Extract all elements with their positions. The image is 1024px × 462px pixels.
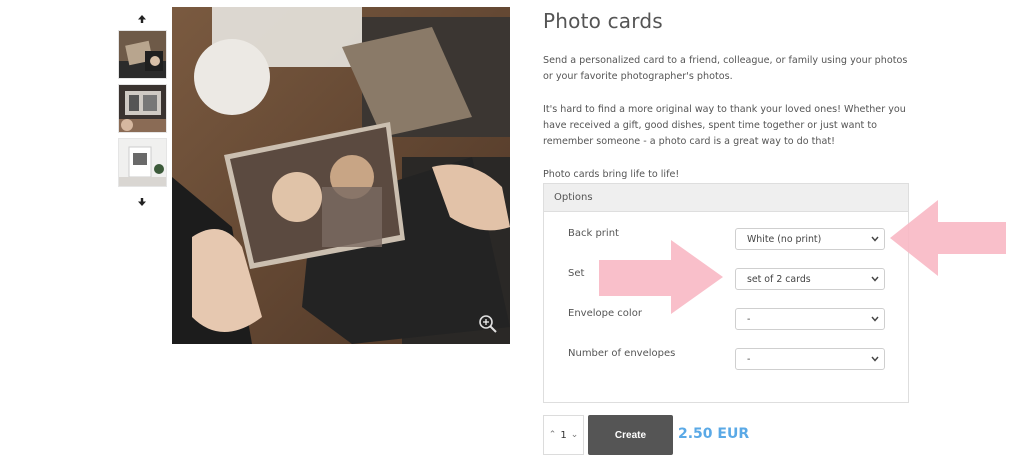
photo-thumbnail-2[interactable]: [118, 84, 167, 133]
number-of-envelopes-label: Number of envelopes: [568, 348, 676, 359]
number-of-envelopes-value: -: [747, 354, 751, 365]
thumbnail-image: [119, 31, 166, 78]
annotation-arrow-left: [890, 200, 1006, 276]
product-main-image[interactable]: [172, 7, 510, 344]
price-label: 2.50 EUR: [678, 426, 750, 442]
back-print-select[interactable]: White (no print): [735, 228, 885, 250]
thumbnails-up-button[interactable]: [131, 10, 153, 28]
envelope-color-value: -: [747, 314, 751, 325]
quantity-decrease-icon[interactable]: ⌃: [549, 430, 557, 440]
zoom-in-icon[interactable]: [478, 314, 498, 334]
page-title: Photo cards: [543, 9, 663, 33]
number-of-envelopes-select[interactable]: -: [735, 348, 885, 370]
chevron-down-icon: [871, 316, 879, 322]
photo-card-image: [172, 7, 510, 344]
photo-thumbnail-1[interactable]: [118, 30, 167, 79]
thumbnail-image: [119, 139, 166, 186]
annotation-arrow-right: [599, 240, 723, 314]
arrow-down-icon: [138, 198, 146, 206]
description-body: It's hard to find a more original way to…: [543, 104, 906, 147]
envelope-color-select[interactable]: -: [735, 308, 885, 330]
set-select[interactable]: set of 2 cards: [735, 268, 885, 290]
description-tagline: Photo cards bring life to life!: [543, 169, 680, 180]
back-print-value: White (no print): [747, 234, 822, 245]
quantity-stepper[interactable]: ⌃ 1 ⌄: [543, 415, 584, 455]
options-heading: Options: [544, 184, 908, 212]
chevron-down-icon: [871, 236, 879, 242]
chevron-down-icon: [871, 276, 879, 282]
chevron-down-icon: [871, 356, 879, 362]
set-label: Set: [568, 268, 585, 279]
description-intro: Send a personalized card to a friend, co…: [543, 55, 908, 82]
arrow-up-icon: [138, 15, 146, 23]
set-value: set of 2 cards: [747, 274, 811, 285]
thumbnails-down-button[interactable]: [131, 193, 153, 211]
quantity-increase-icon[interactable]: ⌄: [571, 430, 579, 440]
photo-thumbnail-3[interactable]: [118, 138, 167, 187]
quantity-value: 1: [560, 429, 567, 441]
create-button[interactable]: Create: [588, 415, 673, 455]
thumbnail-image: [119, 85, 166, 132]
